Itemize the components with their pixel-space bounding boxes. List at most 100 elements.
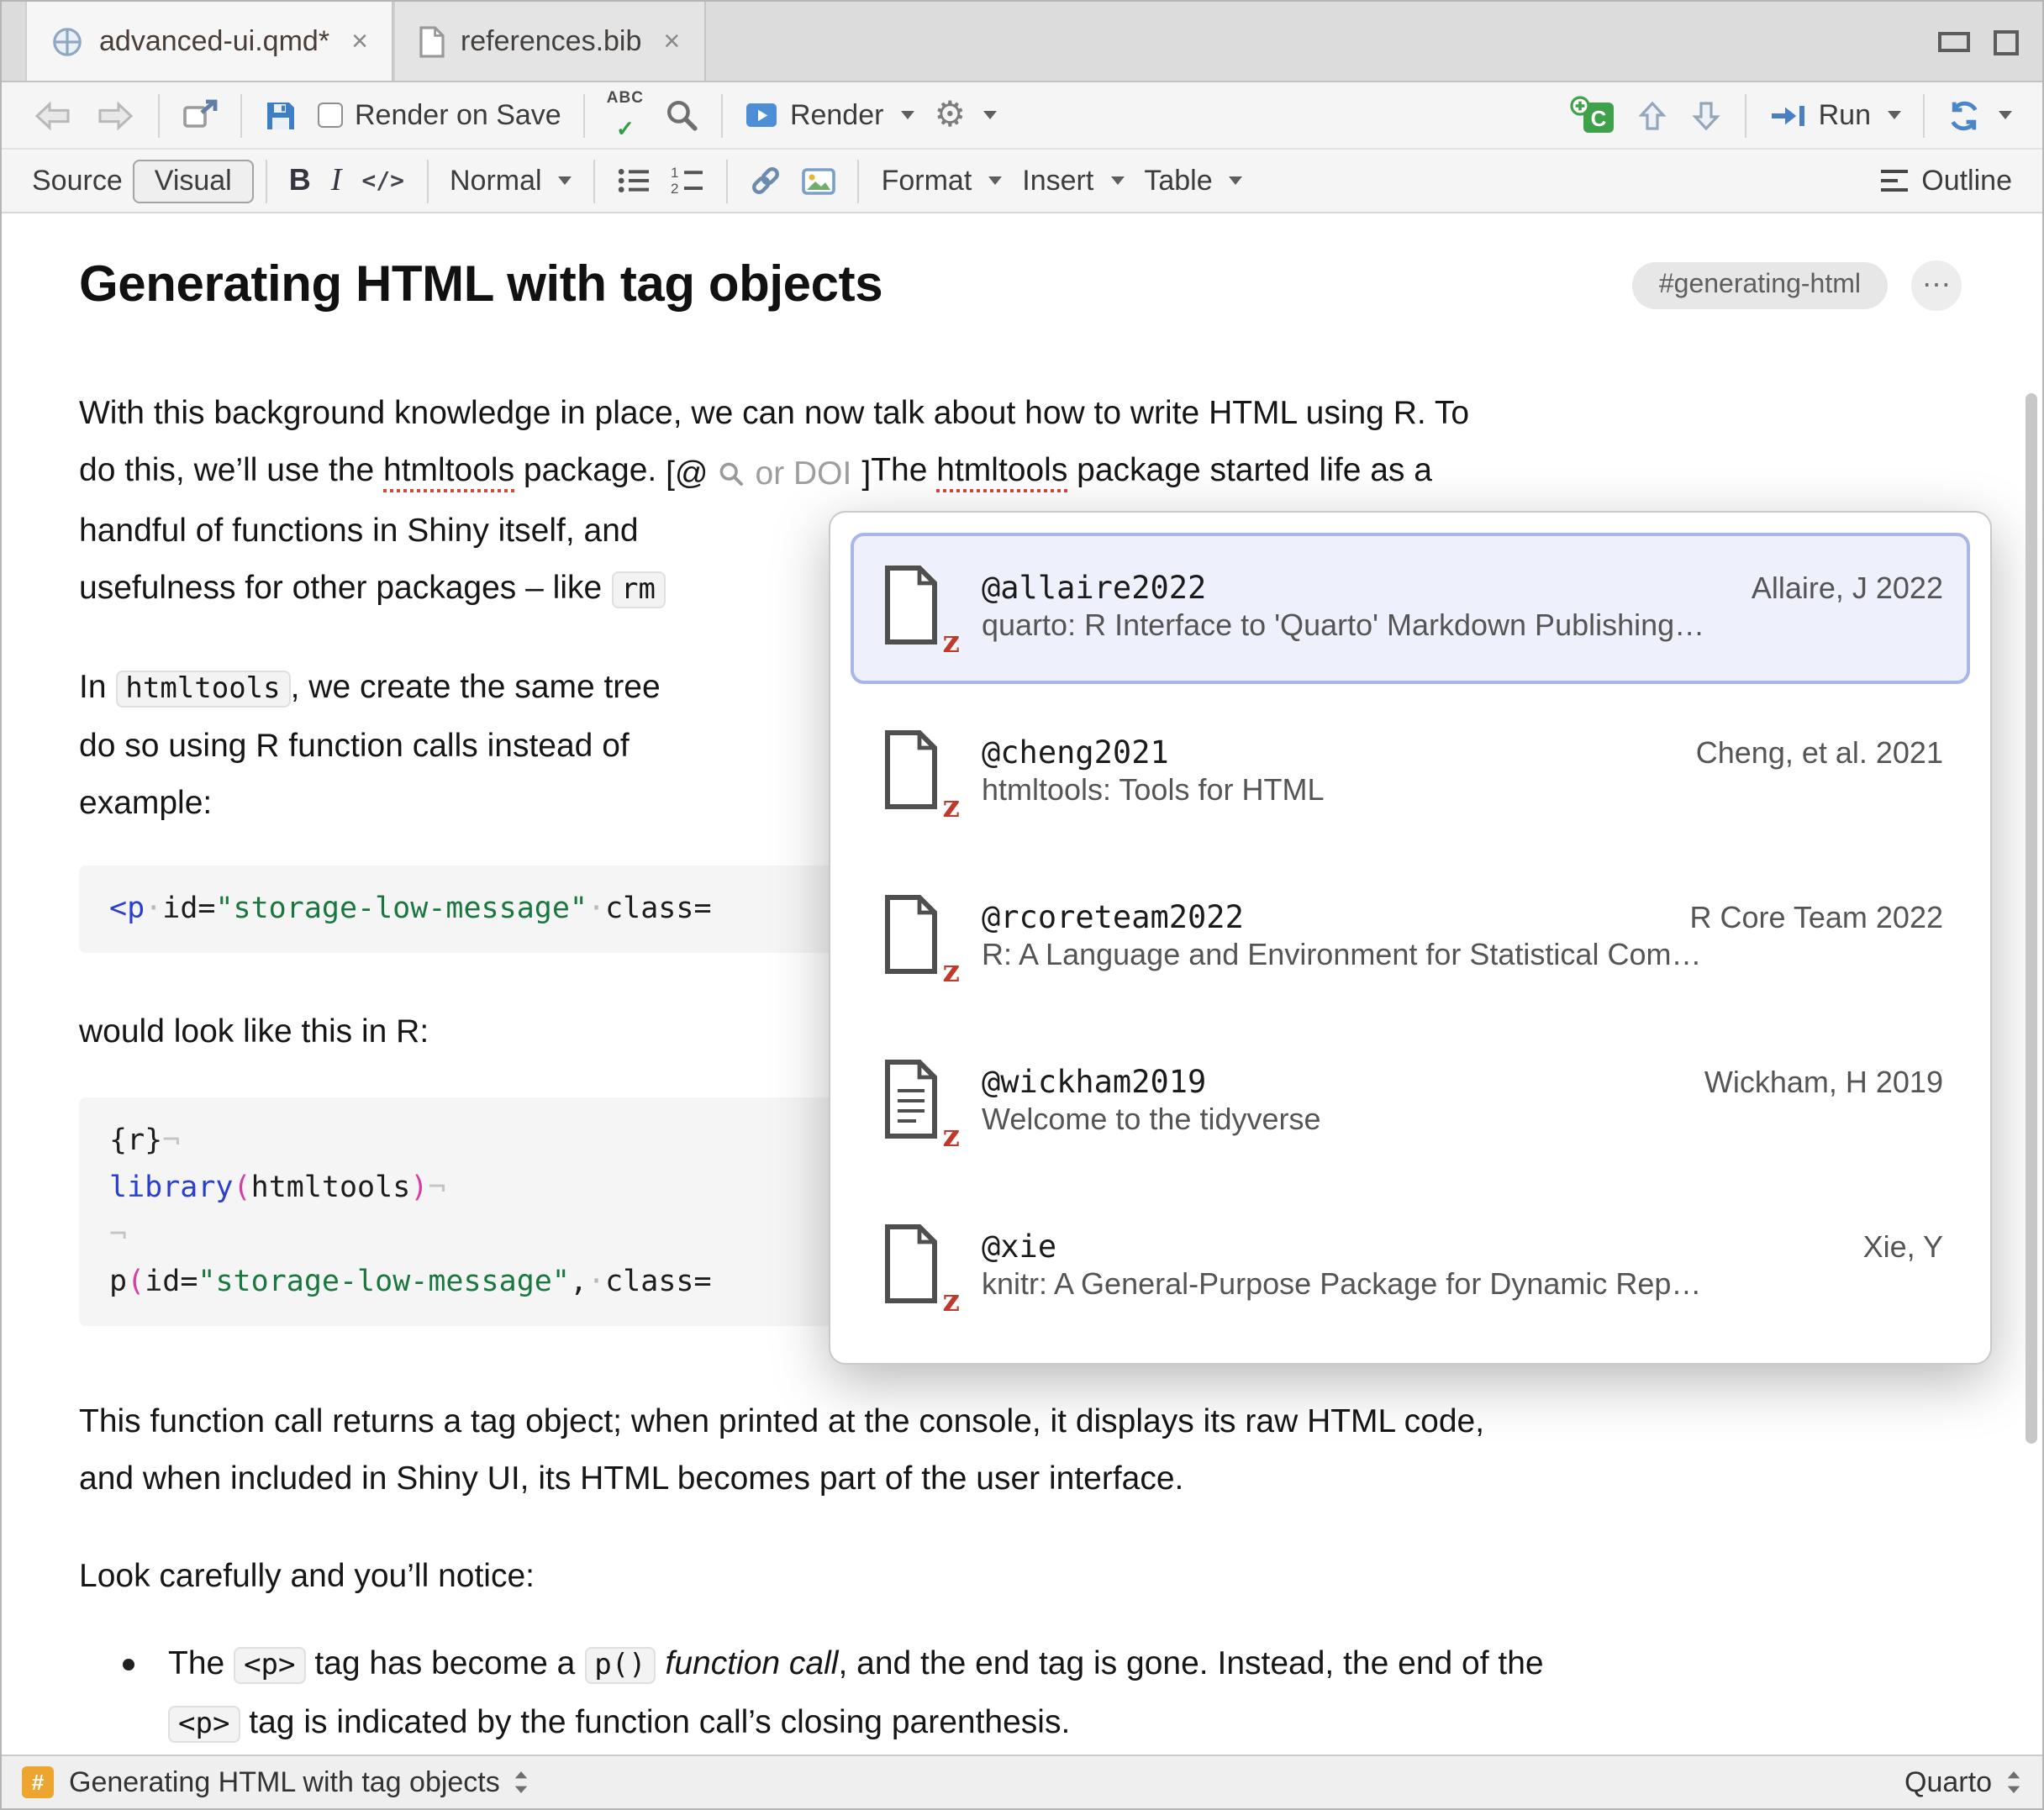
zotero-badge: z [943, 1284, 960, 1319]
citation-item-rcoreteam2022[interactable]: z @rcoreteam2022 R Core Team 2022 R: A L… [851, 862, 1970, 1013]
section-menu-button[interactable]: ⋯ [1911, 260, 1962, 311]
citation-author: Wickham, H 2019 [1684, 1065, 1943, 1101]
whitespace-marker: · [587, 892, 605, 926]
text-run: package. [514, 452, 666, 489]
paragraph-style-dropdown[interactable]: Normal [440, 159, 582, 203]
bullet-list-button[interactable] [608, 161, 661, 200]
chevron-down-icon[interactable] [900, 111, 914, 119]
citation-key: @xie [982, 1230, 1056, 1265]
bold-button[interactable]: B [279, 158, 321, 203]
code-token: , [570, 1265, 587, 1299]
section-id-badge: #generating-html [1632, 262, 1888, 309]
vertical-scrollbar[interactable] [2026, 393, 2037, 1444]
chevron-down-icon [988, 176, 1002, 185]
citation-item-wickham2019[interactable]: z @wickham2019 Wickham, H 2019 Welcome t… [851, 1027, 1970, 1178]
zotero-article-icon: z [877, 1057, 951, 1148]
tab-bar: advanced-ui.qmd* × references.bib × [2, 2, 2042, 82]
numbered-list-button[interactable]: 12 [661, 161, 715, 200]
window-maximize-icon[interactable] [1994, 29, 2019, 55]
citation-author: Cheng, et al. 2021 [1676, 736, 1943, 771]
render-options-button[interactable]: ⚙ [924, 92, 1006, 138]
status-bar: # Generating HTML with tag objects Quart… [2, 1755, 2042, 1808]
text-run: example: [79, 785, 212, 822]
code-token: library [109, 1171, 234, 1205]
tab-references-bib[interactable]: references.bib × [393, 2, 705, 81]
document-mode-selector[interactable]: Quarto [1904, 1765, 1992, 1799]
citation-title: quarto: R Interface to 'Quarto' Markdown… [982, 608, 1704, 642]
outline-toggle[interactable]: Outline [1869, 159, 2022, 203]
inline-code: <p> [168, 1706, 240, 1743]
forward-icon[interactable] [84, 93, 146, 137]
text-run: do this, we’ll use the [79, 452, 383, 489]
text-run: With this background knowledge in place,… [79, 395, 1469, 432]
inline-code: p() [584, 1647, 656, 1684]
zotero-document-icon: z [877, 1222, 951, 1313]
render-on-save-toggle[interactable]: Render on Save [308, 93, 572, 137]
inline-code: htmltools [115, 671, 290, 708]
chevron-down-icon[interactable] [1888, 111, 1901, 119]
citation-autocomplete-input[interactable]: [@or DOI] [666, 445, 871, 502]
render-label: Render [790, 98, 884, 132]
whitespace-marker: · [145, 892, 162, 926]
citation-placeholder: or DOI [756, 445, 852, 502]
sync-icon [1947, 98, 1982, 132]
citation-item-allaire2022[interactable]: z @allaire2022 Allaire, J 2022 quarto: R… [851, 533, 1970, 684]
updown-icon[interactable] [514, 1770, 530, 1795]
zotero-badge: z [943, 790, 960, 825]
source-mode-button[interactable]: Source [22, 159, 133, 203]
list-item: The <p> tag has become a p() function ca… [79, 1635, 1962, 1753]
updown-icon[interactable] [2005, 1770, 2022, 1795]
citation-item-xie[interactable]: z @xie Xie, Y knitr: A General-Purpose P… [851, 1192, 1970, 1343]
insert-menu[interactable]: Insert [1012, 159, 1134, 203]
code-token: {r} [109, 1124, 162, 1158]
code-token: "storage-low-message" [198, 1265, 570, 1299]
eol-marker: ¬ [109, 1218, 127, 1252]
back-icon[interactable] [22, 93, 84, 137]
render-button[interactable]: Render [735, 93, 925, 137]
chevron-down-button[interactable] [1679, 93, 1733, 137]
code-button[interactable]: </> [351, 162, 414, 199]
zotero-badge: z [943, 625, 960, 660]
code-token: ) [410, 1171, 428, 1205]
save-icon[interactable] [254, 93, 308, 137]
italic-button[interactable]: I [321, 157, 352, 204]
run-button[interactable]: Run [1758, 93, 1911, 137]
link-icon[interactable] [740, 160, 793, 202]
tab-advanced-ui-qmd[interactable]: advanced-ui.qmd* × [25, 2, 393, 81]
main-toolbar: Render on Save ABC ✓ Render ⚙ C [2, 82, 2042, 150]
misspelled-word: htmltools [383, 452, 514, 489]
zotero-badge: z [943, 1119, 960, 1155]
popout-icon[interactable] [171, 94, 229, 136]
tab-close-icon[interactable]: × [351, 24, 368, 58]
text-run: Look carefully and you’ll notice: [79, 1558, 535, 1595]
spellcheck-icon[interactable]: ABC ✓ [597, 87, 654, 145]
text-run: ] [861, 445, 871, 502]
chevron-up-button[interactable] [1625, 93, 1679, 137]
text-run: , and the end tag is gone. Instead, the … [838, 1645, 1543, 1682]
text-run: usefulness for other packages – like [79, 570, 611, 607]
citation-key: @cheng2021 [982, 736, 1169, 771]
section-navigator[interactable]: Generating HTML with tag objects [69, 1765, 500, 1799]
whitespace-marker: · [587, 1265, 605, 1299]
insert-chunk-button[interactable]: C [1560, 90, 1625, 140]
search-icon[interactable] [654, 92, 709, 138]
quarto-file-icon [50, 24, 84, 58]
window-minimize-icon[interactable] [1938, 32, 1970, 52]
chevron-down-icon [1230, 176, 1243, 185]
text-run: and when included in Shiny UI, its HTML … [79, 1460, 1183, 1497]
citation-title: Welcome to the tidyverse [982, 1102, 1321, 1136]
bullet-list: The <p> tag has become a p() function ca… [79, 1635, 1962, 1753]
render-on-save-checkbox[interactable] [318, 103, 343, 128]
chevron-down-icon [559, 176, 572, 185]
tab-close-icon[interactable]: × [663, 24, 680, 58]
text-run: The [168, 1645, 234, 1682]
visual-editor-canvas[interactable]: Generating HTML with tag objects #genera… [2, 213, 2042, 1758]
image-icon[interactable] [793, 162, 846, 199]
text-run: package started life as a [1067, 452, 1432, 489]
table-menu[interactable]: Table [1134, 159, 1252, 203]
format-menu[interactable]: Format [872, 159, 1013, 203]
visual-mode-button[interactable]: Visual [133, 159, 254, 203]
source-refresh-button[interactable] [1936, 93, 2022, 137]
heading-row: Generating HTML with tag objects #genera… [79, 257, 1962, 314]
citation-item-cheng2021[interactable]: z @cheng2021 Cheng, et al. 2021 htmltool… [851, 697, 1970, 849]
